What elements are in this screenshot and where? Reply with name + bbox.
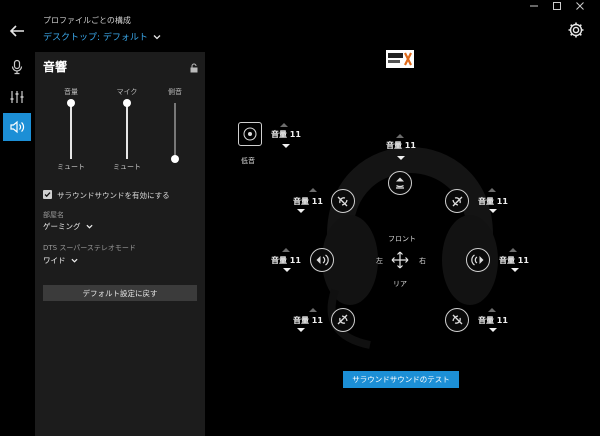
side-left-speaker-button[interactable] bbox=[310, 248, 334, 272]
speaker-icon bbox=[10, 120, 25, 134]
rear-right-volume-value: 音量 11 bbox=[478, 316, 508, 325]
profile-select[interactable]: デスクトップ: デフォルト bbox=[43, 30, 161, 43]
rear-left-volume-value: 音量 11 bbox=[293, 316, 323, 325]
surround-test-button[interactable]: サラウンドサウンドのテスト bbox=[343, 371, 459, 388]
side-right-volume-up[interactable] bbox=[509, 248, 517, 252]
side-left-volume-up[interactable] bbox=[282, 248, 290, 252]
volume-slider[interactable] bbox=[67, 99, 75, 159]
chevron-down-icon bbox=[153, 34, 161, 39]
back-arrow-icon[interactable] bbox=[8, 22, 26, 40]
mic-mute-label[interactable]: ミュート bbox=[107, 162, 147, 172]
front-right-volume-up[interactable] bbox=[488, 188, 496, 192]
sidetone-slider[interactable] bbox=[171, 103, 179, 163]
volume-mute-label[interactable]: ミュート bbox=[51, 162, 91, 172]
room-select[interactable]: ゲーミング bbox=[43, 221, 93, 232]
profile-caption: プロファイルごとの構成 bbox=[43, 16, 131, 25]
side-right-speaker-button[interactable] bbox=[466, 248, 490, 272]
front-left-speaker-button[interactable] bbox=[331, 189, 355, 213]
front-right-volume-value: 音量 11 bbox=[478, 197, 508, 206]
microphone-icon bbox=[11, 59, 23, 75]
side-left-volume-down[interactable] bbox=[283, 268, 291, 272]
maximize-button[interactable] bbox=[549, 1, 565, 11]
bass-label: 低音 bbox=[241, 157, 255, 165]
rear-right-speaker-button[interactable] bbox=[445, 308, 469, 332]
mic-slider[interactable] bbox=[123, 99, 131, 159]
rear-left-volume-down[interactable] bbox=[297, 328, 305, 332]
front-right-speaker-button[interactable] bbox=[445, 189, 469, 213]
sidetone-column-label: 側音 bbox=[168, 88, 182, 96]
rear-right-volume-up[interactable] bbox=[488, 308, 496, 312]
dts-mode-value: ワイド bbox=[43, 256, 66, 265]
woofer-icon bbox=[243, 127, 257, 141]
equalizer-icon bbox=[10, 91, 24, 103]
side-right-volume-down[interactable] bbox=[511, 268, 519, 272]
room-value: ゲーミング bbox=[43, 222, 81, 231]
center-speaker-button[interactable] bbox=[388, 171, 412, 195]
bass-volume-value: 音量 11 bbox=[271, 130, 301, 139]
speaker-front-right-icon bbox=[452, 196, 463, 207]
surround-checkbox[interactable] bbox=[43, 190, 52, 199]
rail-microphone-button[interactable] bbox=[3, 53, 31, 81]
volume-slider-thumb[interactable] bbox=[67, 99, 75, 107]
rail-sound-button[interactable] bbox=[3, 113, 31, 141]
mic-column-label: マイク bbox=[116, 88, 138, 96]
front-left-volume-value: 音量 11 bbox=[293, 197, 323, 206]
front-right-volume-down[interactable] bbox=[489, 209, 497, 213]
center-volume-value: 音量 11 bbox=[386, 141, 416, 150]
rear-left-speaker-button[interactable] bbox=[331, 308, 355, 332]
surround-label[interactable]: サラウンドサウンドを有効にする bbox=[57, 190, 170, 201]
dts-mode-label: DTS スーパーステレオモード bbox=[43, 244, 136, 252]
speaker-side-right-icon bbox=[471, 254, 484, 266]
left-label: 左 bbox=[376, 257, 383, 265]
room-label: 部屋名 bbox=[43, 211, 64, 219]
sidetone-slider-thumb[interactable] bbox=[171, 155, 179, 163]
bass-volume-up[interactable] bbox=[280, 123, 288, 127]
bass-speaker-button[interactable] bbox=[238, 122, 262, 146]
right-label: 右 bbox=[419, 257, 426, 265]
gear-icon[interactable] bbox=[567, 21, 585, 39]
close-button[interactable] bbox=[572, 1, 588, 11]
chevron-down-icon bbox=[85, 224, 93, 229]
bass-volume-down[interactable] bbox=[282, 144, 290, 148]
front-left-volume-up[interactable] bbox=[309, 188, 317, 192]
chevron-down-icon bbox=[70, 258, 78, 263]
lock-icon[interactable] bbox=[190, 63, 198, 73]
center-volume-down[interactable] bbox=[397, 156, 405, 160]
speaker-rear-left-icon bbox=[337, 314, 348, 325]
move-icon[interactable] bbox=[391, 251, 409, 269]
front-left-volume-down[interactable] bbox=[297, 209, 305, 213]
speaker-up-icon bbox=[396, 177, 404, 189]
side-left-volume-value: 音量 11 bbox=[271, 256, 301, 265]
speaker-front-left-icon bbox=[337, 196, 348, 207]
speaker-side-left-icon bbox=[316, 254, 329, 266]
rail-equalizer-button[interactable] bbox=[3, 83, 31, 111]
dts-logo bbox=[386, 50, 414, 68]
rear-right-volume-down[interactable] bbox=[489, 328, 497, 332]
reset-defaults-button[interactable]: デフォルト設定に戻す bbox=[43, 285, 197, 301]
dts-mode-select[interactable]: ワイド bbox=[43, 255, 78, 266]
rear-left-volume-up[interactable] bbox=[309, 308, 317, 312]
rear-label: リア bbox=[393, 280, 407, 288]
volume-column-label: 音量 bbox=[64, 88, 78, 96]
speaker-rear-right-icon bbox=[452, 314, 463, 325]
profile-name: デスクトップ: デフォルト bbox=[43, 33, 148, 43]
minimize-button[interactable] bbox=[526, 1, 542, 11]
panel-title: 音響 bbox=[43, 60, 68, 74]
mic-slider-thumb[interactable] bbox=[123, 99, 131, 107]
front-label: フロント bbox=[388, 235, 416, 243]
center-volume-up[interactable] bbox=[396, 134, 404, 138]
checkmark-icon bbox=[44, 192, 51, 198]
side-right-volume-value: 音量 11 bbox=[499, 256, 529, 265]
